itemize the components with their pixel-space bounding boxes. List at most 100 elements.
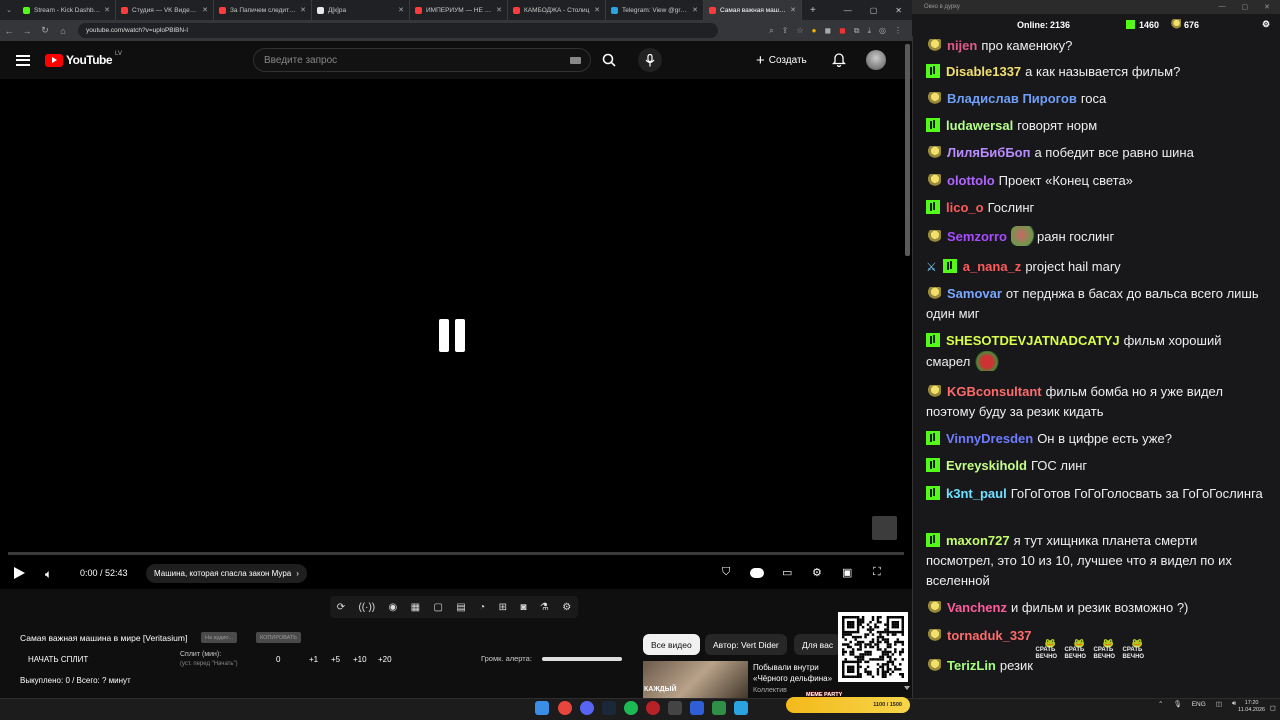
tab-close-icon[interactable]: ✕ (398, 6, 404, 14)
account-avatar[interactable] (866, 50, 886, 70)
windows-start-icon[interactable] (535, 701, 549, 715)
miniplayer-icon[interactable]: ▣ (842, 566, 852, 579)
tab-close-icon[interactable]: ✕ (790, 6, 796, 14)
chip-for-you[interactable]: Для вас (794, 634, 842, 655)
chat-username[interactable]: KGBconsultant (947, 384, 1042, 399)
profile-icon[interactable]: ◎ (879, 26, 886, 36)
chat-username[interactable]: ЛиляБибБоп (947, 145, 1030, 160)
tab-close-icon[interactable]: ✕ (202, 6, 208, 14)
bookmark-star-icon[interactable]: ☆ (796, 26, 803, 36)
youtube-logo[interactable]: YouTube LV (45, 51, 122, 67)
keyboard-icon[interactable] (570, 57, 581, 64)
settings-gear-icon[interactable]: ⚙ (812, 566, 822, 579)
volume-icon[interactable]: 🔈︎ (45, 567, 52, 582)
copy-button[interactable]: КОПИРОВАТЬ (256, 632, 301, 643)
search-input[interactable]: Введите запрос (253, 48, 591, 72)
mic-icon[interactable]: 🎙︎ (1173, 700, 1181, 708)
recommended-title[interactable]: Побывали внутри «Чёрного дельфина» (753, 662, 837, 684)
close-icon[interactable]: ✕ (895, 6, 902, 15)
fullscreen-icon[interactable]: ⛶ (873, 566, 881, 579)
chip-author[interactable]: Автор: Vert Dider (705, 634, 787, 655)
voice-search-button[interactable] (638, 48, 662, 72)
forward-icon[interactable]: → (18, 26, 36, 36)
chat-username[interactable]: Disable1337 (946, 64, 1021, 79)
scroll-down-icon[interactable] (904, 686, 910, 690)
chrome-menu-icon[interactable]: ⋮ (894, 26, 902, 36)
tab-close-icon[interactable]: ✕ (104, 6, 110, 14)
split-add-5[interactable]: +5 (331, 655, 340, 664)
reload-icon[interactable]: ↻ (36, 25, 54, 36)
tab-close-icon[interactable]: ✕ (300, 6, 306, 14)
tray-chevron-icon[interactable]: ⌃ (1158, 700, 1163, 708)
app-icon[interactable] (668, 701, 682, 715)
chat-username[interactable]: TerizLin (947, 658, 996, 673)
browser-tab[interactable]: Д[к]ра ✕ (312, 0, 410, 20)
browser-tab[interactable]: Студия — VK Видео (L ✕ (116, 0, 214, 20)
chat-username[interactable]: ludawersal (946, 118, 1013, 133)
steam-icon[interactable] (602, 701, 616, 715)
language-indicator[interactable]: ENG (1192, 701, 1206, 708)
app-icon[interactable] (646, 701, 660, 715)
progress-bar[interactable] (8, 552, 904, 555)
video-page-scrollbar[interactable] (905, 44, 910, 256)
download-icon[interactable]: ⤓ (867, 26, 871, 36)
flask-icon[interactable]: ⚗ (540, 602, 549, 613)
overlay-widget-icon[interactable] (872, 516, 897, 540)
maximize-icon[interactable]: ▢ (870, 6, 878, 15)
url-field[interactable]: youtube.com/watch?v=uploPBlBN-I (78, 23, 718, 38)
recommended-thumbnail[interactable] (643, 661, 748, 699)
play-icon[interactable] (14, 567, 25, 579)
split-add-20[interactable]: +20 (378, 655, 392, 664)
chip-all-videos[interactable]: Все видео (643, 634, 700, 655)
split-value-0[interactable]: 0 (276, 655, 280, 664)
subtitles-icon[interactable]: ▭ (782, 566, 792, 579)
browser-tab[interactable]: КАМБОДЖА - Столиц ✕ (508, 0, 606, 20)
split-add-1[interactable]: +1 (309, 655, 318, 664)
tab-close-icon[interactable]: ✕ (594, 6, 600, 14)
close-icon[interactable]: ✕ (1264, 3, 1270, 11)
search-button[interactable] (592, 48, 626, 72)
maximize-icon[interactable]: ▢ (1242, 3, 1249, 11)
extension-icon[interactable]: ● (812, 26, 817, 36)
settings-gear-icon[interactable]: ⚙ (1262, 19, 1270, 30)
app-icon[interactable] (690, 701, 704, 715)
autoplay-toggle[interactable] (750, 568, 764, 578)
chat-username[interactable]: a_nana_z (963, 259, 1022, 274)
clapperboard-icon[interactable]: ▦ (411, 602, 420, 613)
chat-username[interactable]: maxon727 (946, 533, 1010, 548)
minimize-icon[interactable]: — (1219, 3, 1226, 11)
chat-username[interactable]: VinnyDresden (946, 431, 1033, 446)
app-icon[interactable] (712, 701, 726, 715)
chat-username[interactable]: Владислав Пирогов (947, 91, 1077, 106)
network-icon[interactable]: ◫ (1216, 700, 1222, 708)
browser-tab[interactable]: ИМПЕРИУМ — НЕ РС ✕ (410, 0, 508, 20)
zoom-icon[interactable]: ⌕ (769, 26, 773, 36)
split-add-10[interactable]: +10 (353, 655, 367, 664)
tab-search-icon[interactable]: ⌄ (0, 6, 18, 14)
chapter-button[interactable]: Машина, которая спасла закон Мура › (146, 564, 307, 583)
start-split-button[interactable]: НАЧАТЬ СПЛИТ (28, 655, 88, 664)
browser-tab[interactable]: Telegram: View @groks ✕ (606, 0, 704, 20)
extensions-puzzle-icon[interactable]: ⧉ (854, 26, 860, 36)
spotify-icon[interactable] (624, 701, 638, 715)
gear-icon[interactable]: ⚙ (562, 602, 571, 613)
picture-in-picture-icon[interactable]: ▢ (433, 602, 442, 613)
chat-username[interactable]: k3nt_paul (946, 486, 1007, 501)
chrome-icon[interactable] (558, 701, 572, 715)
broadcast-icon[interactable]: ((·)) (358, 602, 375, 613)
chat-username[interactable]: Vanchenz (947, 600, 1007, 615)
chat-username[interactable]: SHESOTDEVJATNADCATYJ (946, 333, 1120, 348)
speaker-icon[interactable]: 🔊︎ (1232, 700, 1236, 708)
speed-icon[interactable]: ◔ (479, 602, 485, 613)
pause-icon[interactable] (439, 319, 467, 352)
minimize-icon[interactable]: — (844, 6, 852, 15)
new-tab-icon[interactable]: + (802, 5, 824, 16)
audio-button[interactable]: На аудио... (201, 632, 238, 643)
extension-icon[interactable]: ◼ (824, 26, 831, 36)
alert-volume-slider[interactable] (542, 657, 622, 661)
eye-icon[interactable]: ◉ (389, 602, 398, 613)
film-strip-icon[interactable]: ▤ (456, 602, 465, 613)
discord-icon[interactable] (580, 701, 594, 715)
browser-tab[interactable]: За Пaпичем следит в р ✕ (214, 0, 312, 20)
tab-close-icon[interactable]: ✕ (692, 6, 698, 14)
